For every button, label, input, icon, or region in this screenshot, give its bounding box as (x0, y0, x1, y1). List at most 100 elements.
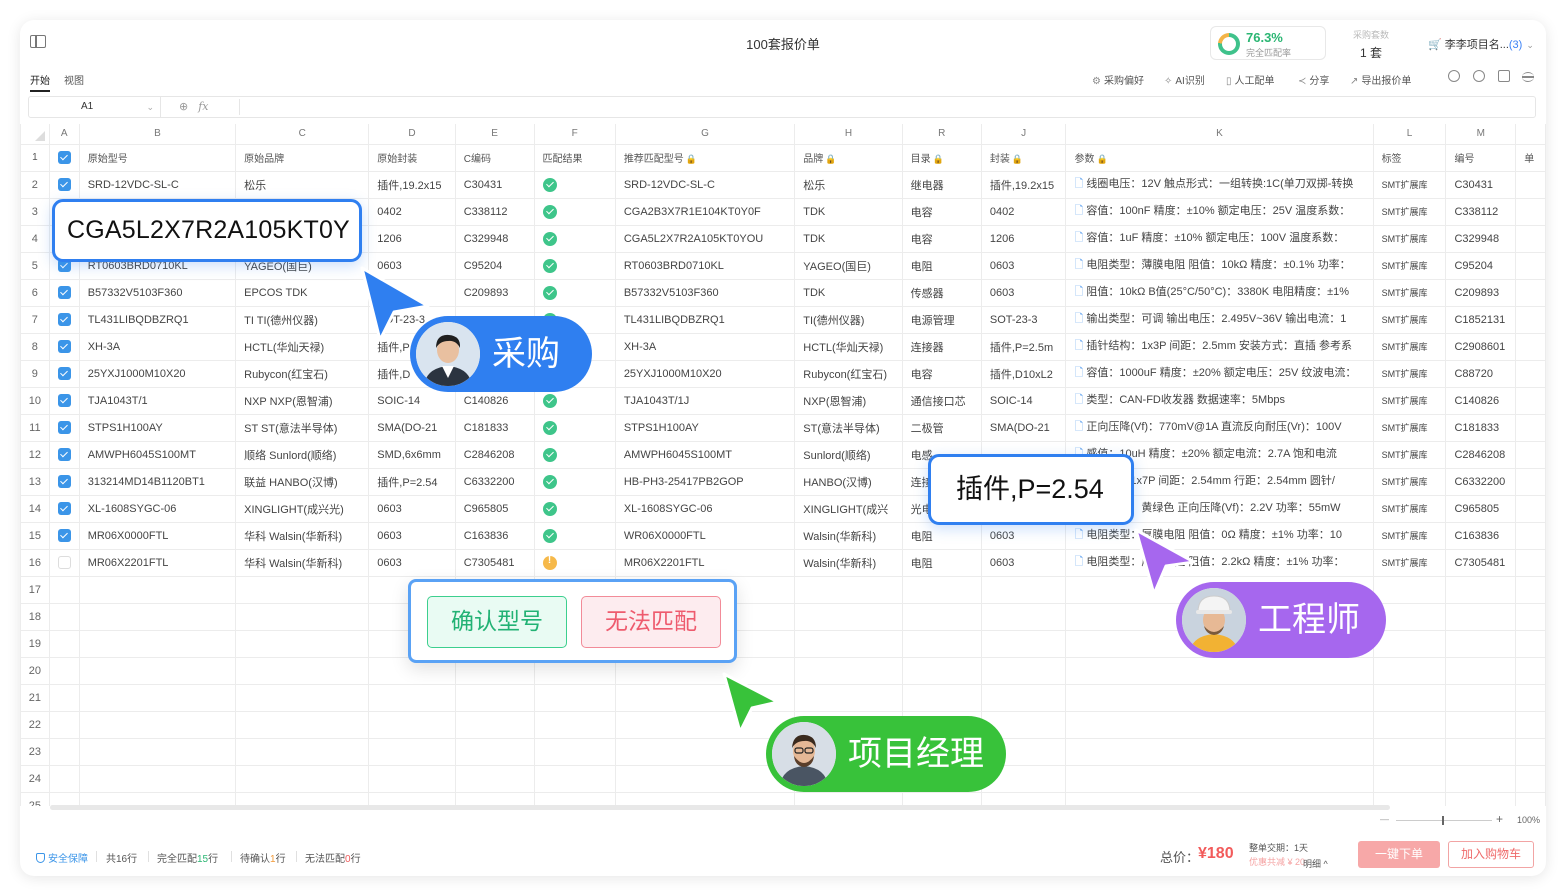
empty-cell[interactable] (48, 710, 80, 739)
rpkg-cell[interactable]: 0603 (980, 278, 1067, 307)
empty-cell[interactable] (235, 656, 370, 685)
column-header[interactable]: D (368, 124, 456, 145)
row-number[interactable]: 5 (20, 251, 50, 280)
empty-cell[interactable] (78, 656, 237, 685)
param-cell[interactable]: 🗋 阻值：10kΩ B值(25°C/50°C)：3380K 电阻精度：±1% (1065, 278, 1374, 307)
empty-cell[interactable] (980, 683, 1067, 712)
tag-cell[interactable]: SMT扩展库 (1372, 305, 1447, 334)
match-result-cell[interactable] (533, 548, 616, 577)
no-cell[interactable]: C6332200 (1445, 467, 1517, 496)
brand-cell[interactable]: NXP NXP(恩智浦) (235, 386, 370, 415)
code-cell[interactable]: C209893 (454, 278, 535, 307)
empty-cell[interactable] (1372, 683, 1447, 712)
model-cell[interactable]: STPS1H100AY (78, 413, 237, 442)
empty-cell[interactable] (1372, 791, 1447, 806)
empty-cell[interactable] (794, 575, 903, 604)
rpkg-cell[interactable]: 1206 (980, 224, 1067, 253)
empty-cell[interactable] (1515, 575, 1546, 604)
empty-cell[interactable] (794, 629, 903, 658)
no-cell[interactable]: C2908601 (1445, 332, 1517, 361)
param-cell[interactable]: 🗋 容值：100nF 精度：±10% 额定电压：25V 温度系数： (1065, 197, 1374, 226)
row-checkbox-cell[interactable] (48, 386, 80, 415)
empty-cell[interactable] (454, 791, 535, 806)
empty-cell[interactable] (1515, 737, 1546, 766)
tag-cell[interactable]: SMT扩展库 (1372, 332, 1447, 361)
tab-start[interactable]: 开始 (30, 72, 50, 92)
cell-reference-select[interactable]: A1 ⌄ (29, 97, 161, 117)
pending-stat[interactable]: 待确认1行 (240, 850, 286, 865)
safety-guarantee-link[interactable]: 安全保障 (36, 850, 88, 865)
brand-cell[interactable]: EPCOS TDK (235, 278, 370, 307)
row-checkbox-cell[interactable] (48, 305, 80, 334)
rpkg-cell[interactable]: SMA(DO-21 (980, 413, 1067, 442)
refresh-icon[interactable] (1473, 70, 1485, 82)
checkbox[interactable] (57, 448, 71, 461)
no-cell[interactable]: C7305481 (1445, 548, 1517, 577)
tag-cell[interactable]: SMT扩展库 (1372, 548, 1447, 577)
param-cell[interactable]: 🗋 输出类型：可调 输出电压：2.495V~36V 输出电流：1 (1065, 305, 1374, 334)
rbrand-cell[interactable]: YAGEO(国巨) (794, 251, 903, 280)
model-cell[interactable]: MR06X2201FTL (78, 548, 237, 577)
cat-cell[interactable]: 电容 (901, 359, 982, 388)
add-to-cart-button[interactable]: 加入购物车 (1448, 841, 1534, 868)
cat-cell[interactable]: 电阻 (901, 548, 982, 577)
purchase-qty[interactable]: 采购套数 1 套 (1336, 26, 1406, 60)
empty-cell[interactable] (533, 710, 616, 739)
empty-cell[interactable] (901, 656, 982, 685)
rpkg-cell[interactable]: 插件,P=2.5m (980, 332, 1067, 361)
cat-cell[interactable]: 电阻 (901, 251, 982, 280)
rec-cell[interactable]: 25YXJ1000M10X20 (614, 359, 796, 388)
header-cell[interactable]: C编码 (454, 143, 535, 172)
row-number[interactable]: 16 (20, 548, 50, 577)
no-cell[interactable]: C181833 (1445, 413, 1517, 442)
header-cell[interactable]: 参数 🔒 (1065, 143, 1374, 172)
rec-cell[interactable]: TJA1043T/1J (614, 386, 796, 415)
rbrand-cell[interactable]: TI(德州仪器) (794, 305, 903, 334)
empty-cell[interactable] (1065, 764, 1374, 793)
empty-cell[interactable] (1065, 737, 1374, 766)
brand-cell[interactable]: 华科 Walsin(华新科) (235, 548, 370, 577)
checkbox[interactable] (57, 556, 71, 569)
header-cell[interactable]: 编号 (1445, 143, 1517, 172)
no-cell[interactable]: C88720 (1445, 359, 1517, 388)
rpkg-cell[interactable]: 0603 (980, 548, 1067, 577)
model-cell[interactable]: TJA1043T/1 (78, 386, 237, 415)
empty-cell[interactable] (454, 737, 535, 766)
row-checkbox-cell[interactable] (48, 521, 80, 550)
row-number[interactable]: 11 (20, 413, 50, 442)
empty-cell[interactable] (533, 737, 616, 766)
empty-cell[interactable] (901, 575, 982, 604)
horizontal-scrollbar[interactable] (50, 805, 1390, 810)
rbrand-cell[interactable]: HCTL(华灿天禄) (794, 332, 903, 361)
empty-cell[interactable] (794, 656, 903, 685)
empty-cell[interactable] (78, 575, 237, 604)
header-cell[interactable]: 品牌 🔒 (794, 143, 903, 172)
code-cell[interactable]: C95204 (454, 251, 535, 280)
cannot-match-button[interactable]: 无法匹配 (581, 596, 721, 648)
no-match-stat[interactable]: 无法匹配0行 (305, 850, 361, 865)
rbrand-cell[interactable]: HANBO(汉博) (794, 467, 903, 496)
param-cell[interactable]: 🗋 容值：1uF 精度：±10% 额定电压：100V 温度系数： (1065, 224, 1374, 253)
purchase-preference-button[interactable]: ⚙ 采购偏好 (1092, 72, 1144, 87)
empty-cell[interactable] (454, 764, 535, 793)
empty-cell[interactable] (368, 710, 456, 739)
row-number[interactable]: 18 (20, 602, 50, 631)
overflow-cell[interactable] (1515, 224, 1546, 253)
model-cell[interactable]: SRD-12VDC-SL-C (78, 170, 237, 199)
rpkg-cell[interactable]: 0603 (980, 521, 1067, 550)
rpkg-cell[interactable]: 插件,D10xL2 (980, 359, 1067, 388)
row-checkbox-cell[interactable] (48, 332, 80, 361)
checkbox[interactable] (57, 151, 71, 164)
checkbox[interactable] (57, 421, 71, 434)
empty-cell[interactable] (901, 602, 982, 631)
empty-cell[interactable] (980, 575, 1067, 604)
empty-cell[interactable] (48, 575, 80, 604)
row-checkbox-cell[interactable] (48, 440, 80, 469)
tag-cell[interactable]: SMT扩展库 (1372, 494, 1447, 523)
rpkg-cell[interactable]: 0402 (980, 197, 1067, 226)
cat-cell[interactable]: 通信接口芯 (901, 386, 982, 415)
cat-cell[interactable]: 电源管理 (901, 305, 982, 334)
header-cell[interactable]: 原始品牌 (235, 143, 370, 172)
no-cell[interactable]: C140826 (1445, 386, 1517, 415)
rec-cell[interactable]: B57332V5103F360 (614, 278, 796, 307)
